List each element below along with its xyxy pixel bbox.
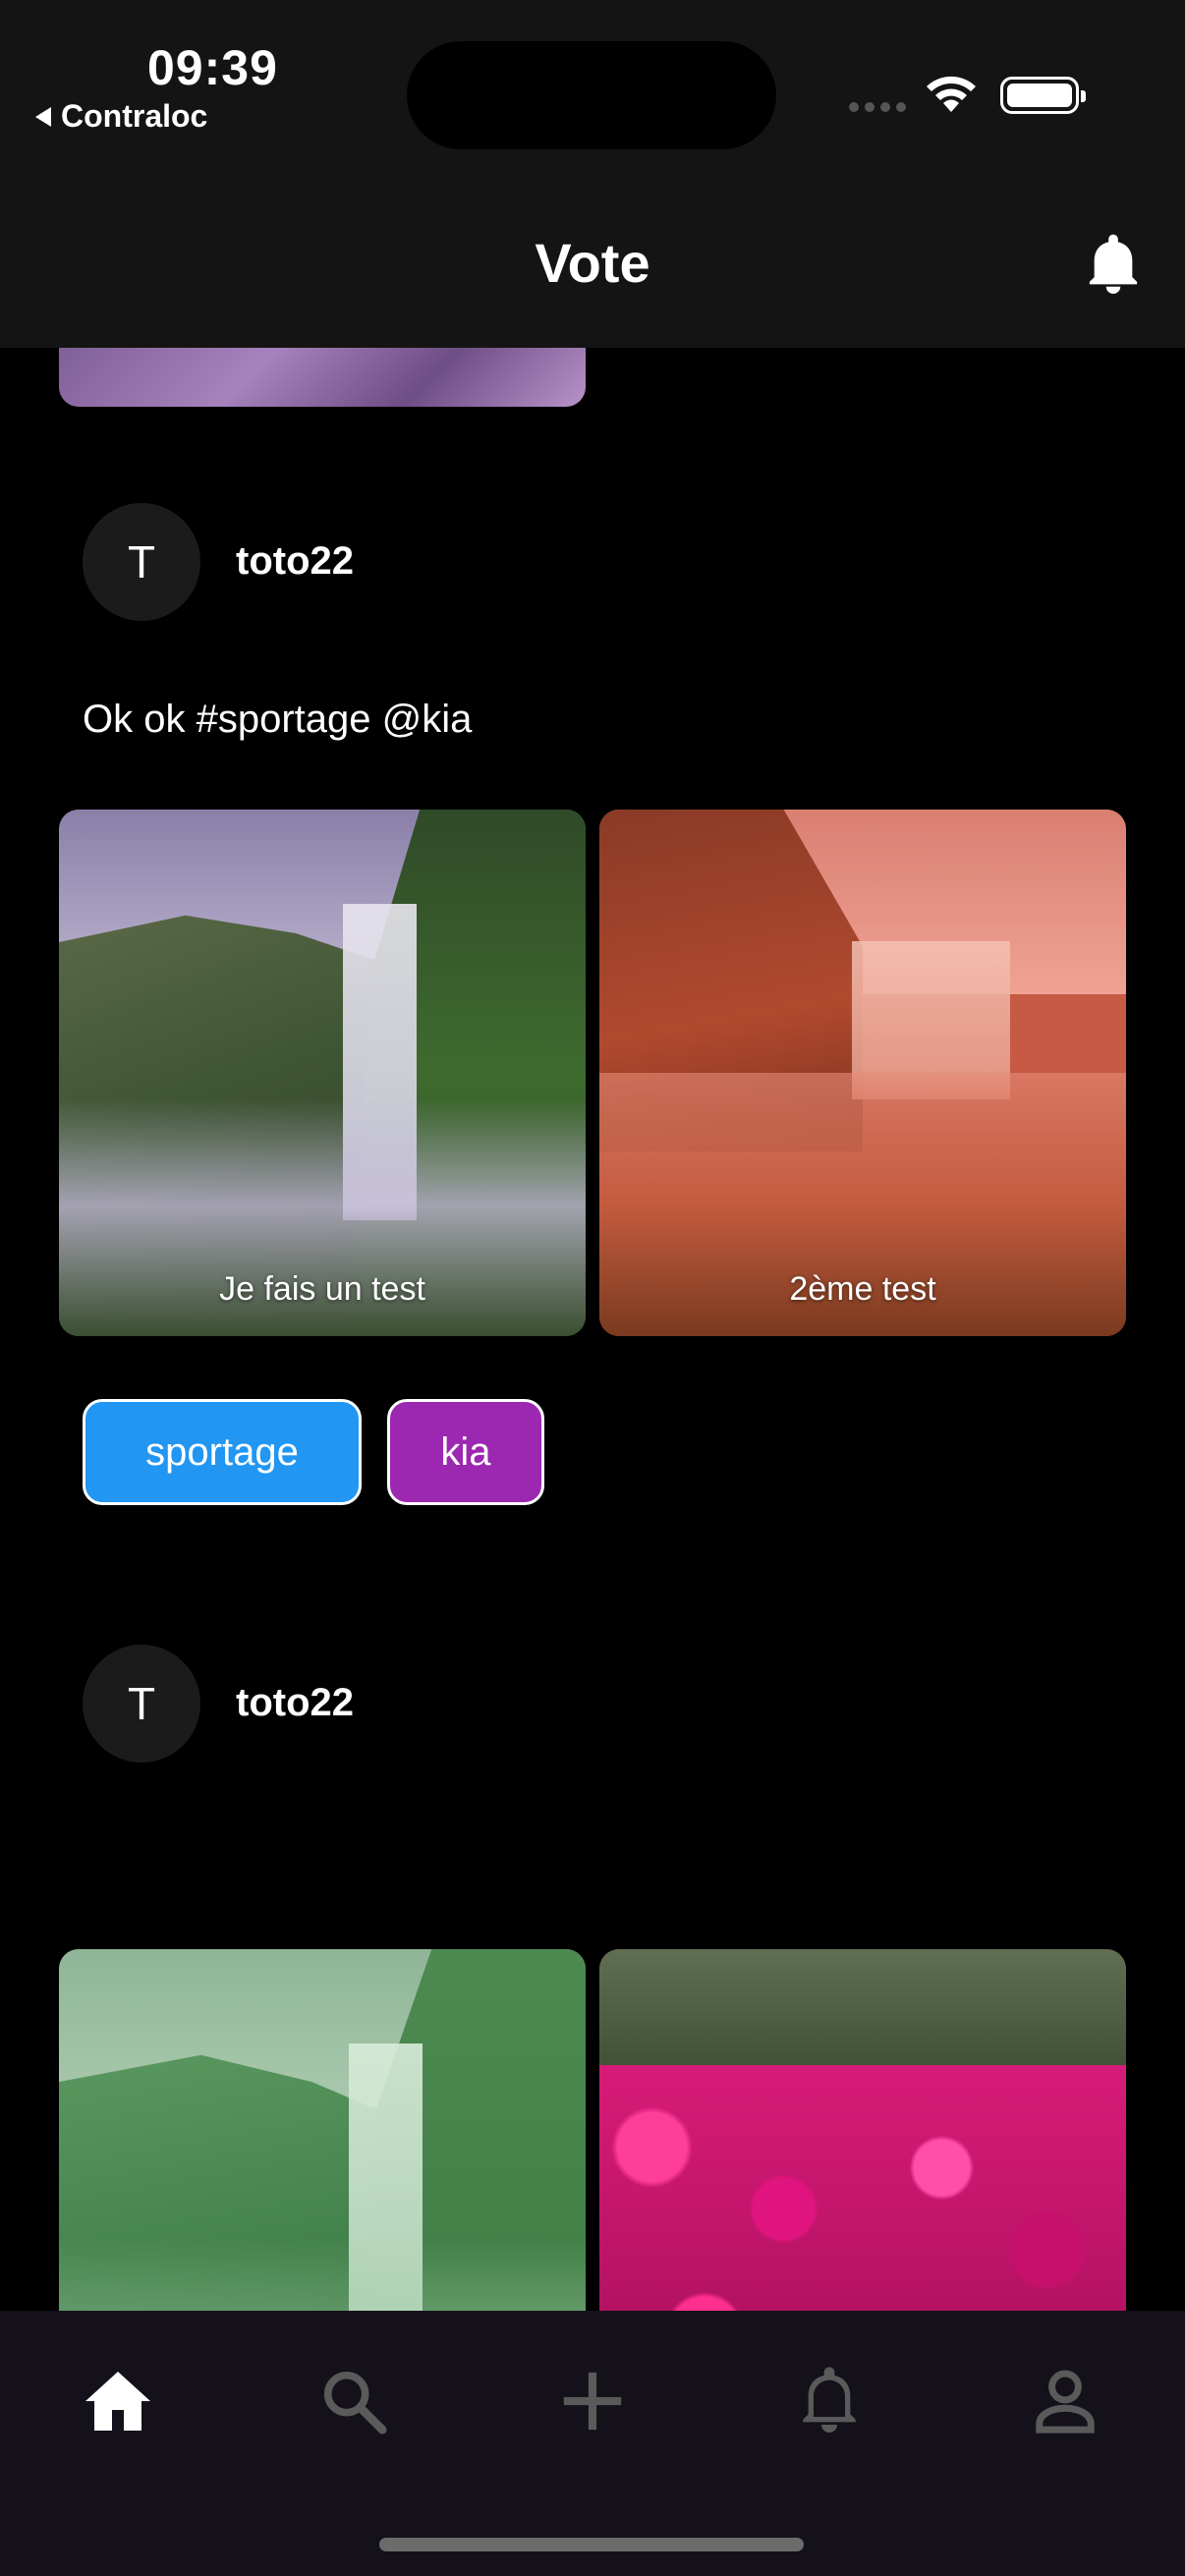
avatar[interactable]: T bbox=[83, 503, 200, 621]
post-username[interactable]: toto22 bbox=[236, 539, 354, 584]
vote-feed[interactable]: T toto22 Ok ok #sportage @kia Je fais un… bbox=[0, 348, 1185, 2311]
battery-icon bbox=[1000, 77, 1086, 114]
back-to-app-link[interactable]: Contraloc bbox=[35, 98, 207, 135]
option-caption: Je fais un test bbox=[219, 1270, 425, 1308]
avatar[interactable]: T bbox=[83, 1645, 200, 1763]
tag-label: sportage bbox=[145, 1429, 299, 1474]
avatar-letter: T bbox=[127, 1678, 156, 1729]
dynamic-island bbox=[407, 41, 776, 149]
nav-profile[interactable] bbox=[1026, 2362, 1104, 2440]
vote-option-image-3[interactable] bbox=[59, 1949, 586, 2311]
status-time: 09:39 bbox=[147, 40, 278, 95]
home-icon bbox=[85, 2372, 150, 2431]
search-icon bbox=[323, 2371, 387, 2435]
post-username[interactable]: toto22 bbox=[236, 1681, 354, 1725]
bottom-navigation bbox=[0, 2311, 1185, 2576]
avatar-letter: T bbox=[127, 536, 156, 588]
back-arrow-icon bbox=[35, 106, 51, 127]
profile-icon bbox=[1036, 2370, 1095, 2434]
tag-sportage[interactable]: sportage bbox=[83, 1399, 362, 1505]
tag-kia[interactable]: kia bbox=[387, 1399, 544, 1505]
bell-icon[interactable] bbox=[1085, 234, 1142, 297]
bell-icon bbox=[803, 2367, 856, 2433]
cellular-signal-icon bbox=[849, 102, 906, 112]
top-bar: 09:39 Contraloc Vote bbox=[0, 0, 1185, 348]
option-caption: 2ème test bbox=[789, 1270, 936, 1308]
nav-home[interactable] bbox=[79, 2362, 157, 2440]
post-text: Ok ok #sportage @kia bbox=[83, 698, 473, 741]
vote-option-image-4[interactable] bbox=[599, 1949, 1126, 2311]
home-indicator[interactable] bbox=[379, 2538, 804, 2551]
nav-add[interactable] bbox=[553, 2362, 632, 2440]
back-app-label: Contraloc bbox=[61, 98, 208, 134]
add-icon bbox=[563, 2372, 622, 2431]
nav-notifications[interactable] bbox=[790, 2362, 869, 2440]
previous-post-image[interactable] bbox=[59, 348, 586, 407]
vote-option-image-2[interactable]: 2ème test bbox=[599, 810, 1126, 1336]
tag-label: kia bbox=[440, 1429, 491, 1474]
wifi-icon bbox=[927, 76, 976, 112]
vote-option-image-1[interactable]: Je fais un test bbox=[59, 810, 586, 1336]
page-title: Vote bbox=[535, 232, 650, 294]
nav-search[interactable] bbox=[314, 2362, 393, 2440]
